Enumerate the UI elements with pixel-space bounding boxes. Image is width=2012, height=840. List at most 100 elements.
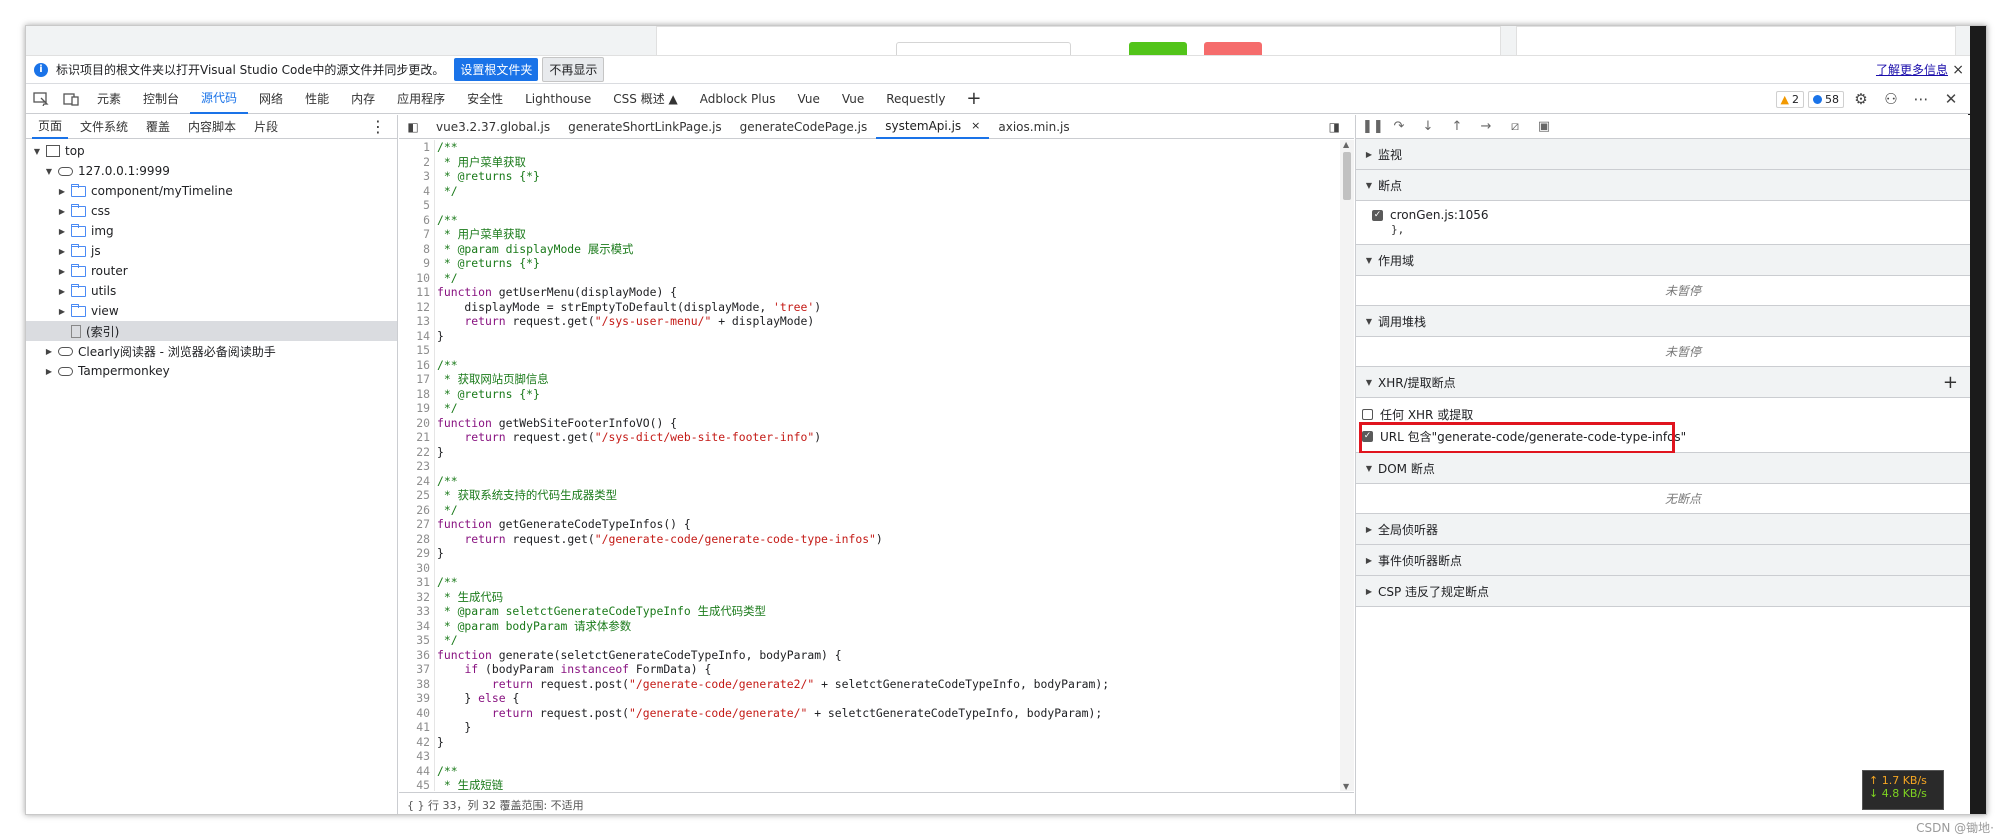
line-number[interactable]: 14 (399, 328, 435, 343)
code-line[interactable]: 14} (399, 328, 1340, 343)
code-line[interactable]: 9 * @returns {*} (399, 256, 1340, 271)
tab-lighthouse[interactable]: Lighthouse (514, 84, 602, 114)
editor-tab[interactable]: generateCodePage.js (731, 115, 877, 139)
line-number[interactable]: 5 (399, 198, 435, 213)
code-line[interactable]: 1/** (399, 140, 1340, 155)
pause-icon[interactable]: ❚❚ (1362, 119, 1384, 134)
line-number[interactable]: 18 (399, 386, 435, 401)
code-line[interactable]: 5 (399, 198, 1340, 213)
step-over-icon[interactable]: ↷ (1391, 119, 1407, 134)
code-line[interactable]: 20 function getWebSiteFooterInfoVO() { (399, 415, 1340, 430)
learn-more-link[interactable]: 了解更多信息 (1876, 61, 1948, 78)
code-line[interactable]: 19 */ (399, 401, 1340, 416)
line-number[interactable]: 29 (399, 546, 435, 561)
line-number[interactable]: 35 (399, 633, 435, 648)
inspect-icon[interactable] (26, 84, 56, 114)
code-line[interactable]: 42} (399, 734, 1340, 749)
code-line[interactable]: 25 * 获取系统支持的代码生成器类型 (399, 488, 1340, 503)
code-line[interactable]: 15 (399, 343, 1340, 358)
line-number[interactable]: 33 (399, 604, 435, 619)
line-number[interactable]: 24 (399, 473, 435, 488)
line-number[interactable]: 45 (399, 778, 435, 791)
tab-network[interactable]: 网络 (248, 84, 294, 114)
tab-vue[interactable]: Vue (786, 84, 830, 114)
code-line[interactable]: 39 } else { (399, 691, 1340, 706)
line-number[interactable]: 19 (399, 401, 435, 416)
device-toolbar-icon[interactable] (56, 84, 86, 114)
code-line[interactable]: 33 * @param seletctGenerateCodeTypeInfo … (399, 604, 1340, 619)
line-number[interactable]: 41 (399, 720, 435, 735)
code-line[interactable]: 28 return request.get("/generate-code/ge… (399, 531, 1340, 546)
tab-memory[interactable]: 内存 (340, 84, 386, 114)
tab-sources[interactable]: 源代码 (190, 84, 249, 114)
code-line[interactable]: 45 * 生成短链 (399, 778, 1340, 791)
nav-more-icon[interactable]: ⋮ (370, 117, 387, 136)
line-number[interactable]: 32 (399, 589, 435, 604)
code-line[interactable]: 41 } (399, 720, 1340, 735)
code-line[interactable]: 11 function getUserMenu(displayMode) { (399, 285, 1340, 300)
code-line[interactable]: 35 */ (399, 633, 1340, 648)
step-icon[interactable]: → (1478, 119, 1494, 134)
line-number[interactable]: 2 (399, 154, 435, 169)
code-line[interactable]: 31/** (399, 575, 1340, 590)
code-line[interactable]: 4 */ (399, 183, 1340, 198)
code-line[interactable]: 10 */ (399, 270, 1340, 285)
scroll-up-icon[interactable]: ▲ (1343, 140, 1349, 149)
tab-security[interactable]: 安全性 (456, 84, 514, 114)
code-line[interactable]: 13 return request.get("/sys-user-menu/" … (399, 314, 1340, 329)
code-line[interactable]: 6/** (399, 212, 1340, 227)
editor-tab[interactable]: axios.min.js (989, 115, 1078, 139)
settings-gear-icon[interactable]: ⚙ (1848, 90, 1874, 108)
more-tabs-plus-icon[interactable]: + (956, 88, 991, 109)
code-line[interactable]: 36 function generate(seletctGenerateCodeT… (399, 647, 1340, 662)
line-number[interactable]: 8 (399, 241, 435, 256)
code-line[interactable]: 27 function getGenerateCodeTypeInfos() { (399, 517, 1340, 532)
line-number[interactable]: 26 (399, 502, 435, 517)
line-number[interactable]: 25 (399, 488, 435, 503)
tab-vue-2[interactable]: Vue (831, 84, 875, 114)
tree-row-top[interactable]: ▼ top (26, 141, 397, 161)
section-dom-breakpoints[interactable]: ▼ DOM 断点 (1356, 453, 1970, 484)
section-csp-violations[interactable]: ▶ CSP 违反了规定断点 (1356, 576, 1970, 607)
code-line[interactable]: 30 (399, 560, 1340, 575)
more-options-icon[interactable]: ⋯ (1908, 90, 1934, 108)
nav-tab-page[interactable]: 页面 (32, 115, 69, 139)
section-xhr-breakpoints[interactable]: ▼ XHR/提取断点 + (1356, 367, 1970, 398)
line-number[interactable]: 17 (399, 372, 435, 387)
editor-scrollbar[interactable]: ▲ ▼ (1340, 140, 1354, 791)
remote-devices-icon[interactable]: ⚇ (1878, 90, 1904, 108)
code-line[interactable]: 44/** (399, 763, 1340, 778)
code-line[interactable]: 7 * 用户菜单获取 (399, 227, 1340, 242)
line-number[interactable]: 34 (399, 618, 435, 633)
code-line[interactable]: 2 * 用户菜单获取 (399, 154, 1340, 169)
line-number[interactable]: 7 (399, 227, 435, 242)
line-number[interactable]: 40 (399, 705, 435, 720)
close-devtools-icon[interactable]: ✕ (1938, 90, 1964, 108)
tab-css-overview[interactable]: CSS 概述 ▲ (602, 84, 688, 114)
tree-row-extension[interactable]: ▶ Tampermonkey (26, 361, 397, 381)
code-line[interactable]: 18 * @returns {*} (399, 386, 1340, 401)
tab-requestly[interactable]: Requestly (875, 84, 956, 114)
code-line[interactable]: 23 (399, 459, 1340, 474)
line-number[interactable]: 22 (399, 444, 435, 459)
tab-console[interactable]: 控制台 (132, 84, 190, 114)
dont-show-again-button[interactable]: 不再显示 (542, 57, 605, 82)
code-line[interactable]: 29} (399, 546, 1340, 561)
close-tab-icon[interactable]: × (971, 119, 980, 132)
line-number[interactable]: 31 (399, 575, 435, 590)
warnings-badge[interactable]: ▲ 2 (1775, 90, 1804, 108)
editor-tab-active[interactable]: systemApi.js × (876, 115, 990, 139)
deactivate-breakpoints-icon[interactable]: ⧄ (1507, 119, 1523, 134)
set-root-folder-button[interactable]: 设置根文件夹 (454, 58, 539, 81)
tree-row-folder[interactable]: ▶ css (26, 201, 397, 221)
code-line[interactable]: 12 displayMode = strEmptyToDefault(displ… (399, 299, 1340, 314)
step-out-icon[interactable]: ↑ (1449, 119, 1465, 134)
line-number[interactable]: 39 (399, 691, 435, 706)
line-number[interactable]: 11 (399, 285, 435, 300)
code-line[interactable]: 8 * @param displayMode 展示模式 (399, 241, 1340, 256)
step-into-icon[interactable]: ↓ (1420, 119, 1436, 134)
line-number[interactable]: 6 (399, 212, 435, 227)
add-xhr-breakpoint-icon[interactable]: + (1943, 372, 1958, 393)
breakpoint-checkbox[interactable]: ✓ (1372, 209, 1383, 221)
line-number[interactable]: 23 (399, 459, 435, 474)
